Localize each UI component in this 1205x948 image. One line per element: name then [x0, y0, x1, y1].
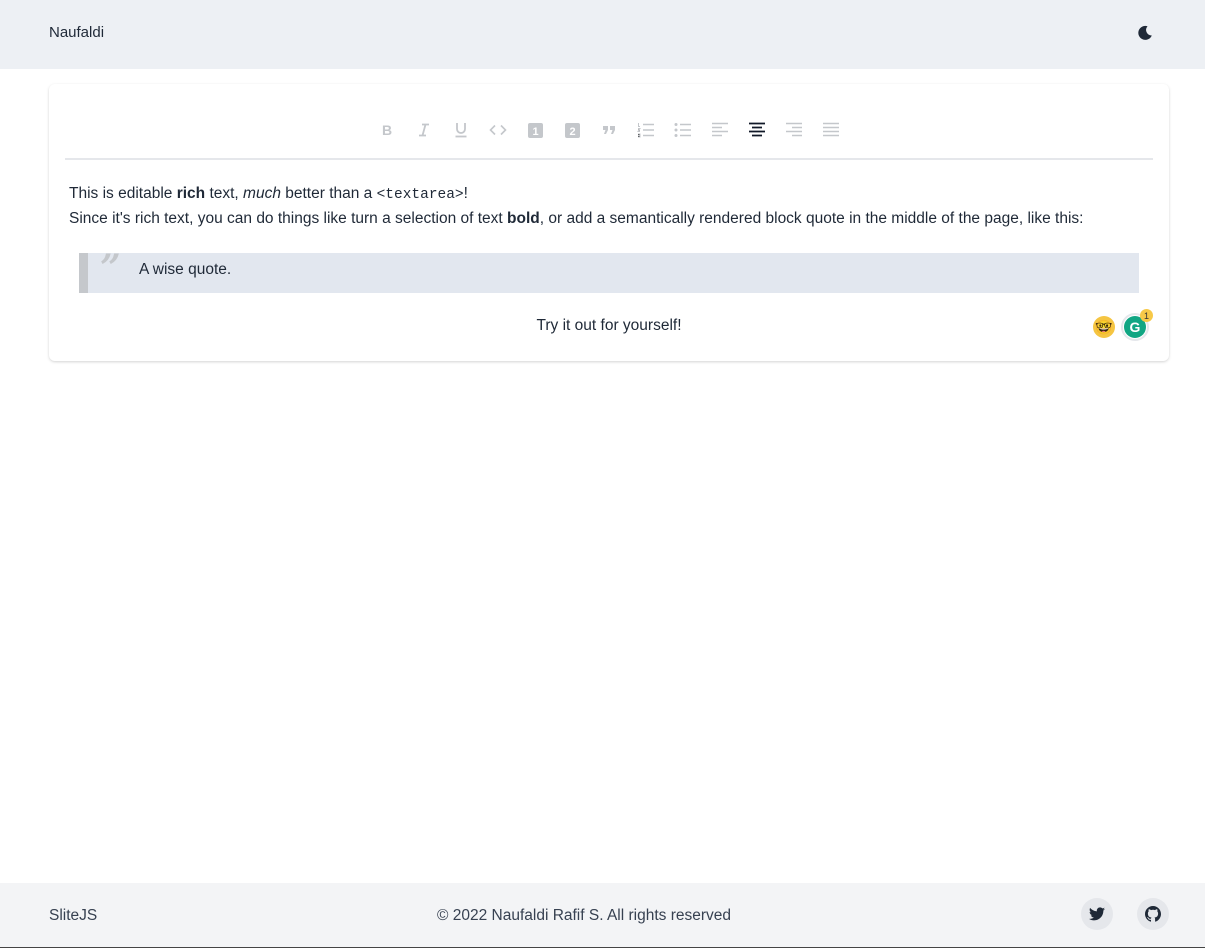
brand-name[interactable]: Naufaldi [49, 24, 104, 41]
italic-button[interactable] [413, 119, 435, 141]
copyright-text: © 2022 Naufaldi Rafif S. All rights rese… [437, 907, 732, 924]
quote-mark-icon: ” [100, 247, 121, 289]
heading-one-button[interactable]: 1 [524, 119, 546, 141]
editor-paragraph-1: This is editable rich text, much better … [69, 185, 468, 203]
editor-paragraph-2: Since it's rich text, you can do things … [69, 210, 1084, 227]
theme-toggle-button[interactable] [1133, 21, 1157, 45]
moon-icon [1138, 25, 1152, 40]
twitter-icon [1089, 907, 1105, 921]
footer: SliteJS © 2022 Naufaldi Rafif S. All rig… [0, 883, 1205, 948]
italic-text: much [243, 185, 281, 202]
block-quote-button[interactable] [598, 119, 620, 141]
underline-button[interactable] [450, 119, 472, 141]
align-center-button[interactable] [746, 119, 768, 141]
bold-button[interactable]: B [376, 119, 398, 141]
bold-icon: B [382, 123, 392, 137]
align-left-icon [712, 122, 728, 137]
underline-icon [455, 123, 467, 138]
svg-text:1: 1 [532, 126, 538, 138]
editor-toolbar: B 1 2 [65, 84, 1153, 160]
heading-two-icon: 2 [564, 122, 580, 138]
github-icon [1145, 906, 1161, 922]
editor-card: B 1 2 This is editable rich text, much b… [49, 84, 1169, 361]
grammarly-badge: 1 [1140, 309, 1153, 322]
nerd-face-extension-icon[interactable]: 🤓 [1093, 316, 1115, 338]
bold-text: bold [507, 210, 540, 227]
centered-paragraph[interactable]: Try it out for yourself! [49, 317, 1169, 335]
bold-text: rich [176, 185, 206, 202]
numbered-list-icon [637, 123, 654, 138]
quote-icon [603, 126, 615, 134]
align-right-icon [786, 122, 802, 137]
align-right-button[interactable] [783, 119, 805, 141]
footer-brand[interactable]: SliteJS [49, 907, 97, 925]
heading-two-button[interactable]: 2 [561, 119, 583, 141]
code-icon [489, 124, 507, 136]
italic-icon [419, 123, 429, 137]
editor-content[interactable]: This is editable rich text, much better … [69, 182, 1149, 231]
github-link[interactable] [1137, 898, 1169, 930]
code-button[interactable] [487, 119, 509, 141]
inline-code: <textarea> [376, 187, 464, 203]
bulleted-list-icon [674, 123, 691, 137]
heading-one-icon: 1 [527, 122, 543, 138]
align-justify-icon [823, 122, 839, 137]
align-center-icon [749, 122, 765, 137]
quote-text: A wise quote. [139, 261, 232, 278]
bulleted-list-button[interactable] [672, 119, 694, 141]
align-justify-button[interactable] [820, 119, 842, 141]
top-navbar: Naufaldi [0, 0, 1205, 69]
svg-text:B: B [382, 123, 392, 137]
numbered-list-button[interactable] [635, 119, 657, 141]
align-left-button[interactable] [709, 119, 731, 141]
grammarly-button[interactable]: G 1 [1121, 309, 1153, 341]
svg-text:2: 2 [569, 126, 575, 138]
twitter-link[interactable] [1081, 898, 1113, 930]
block-quote[interactable]: ” A wise quote. [79, 247, 1139, 293]
